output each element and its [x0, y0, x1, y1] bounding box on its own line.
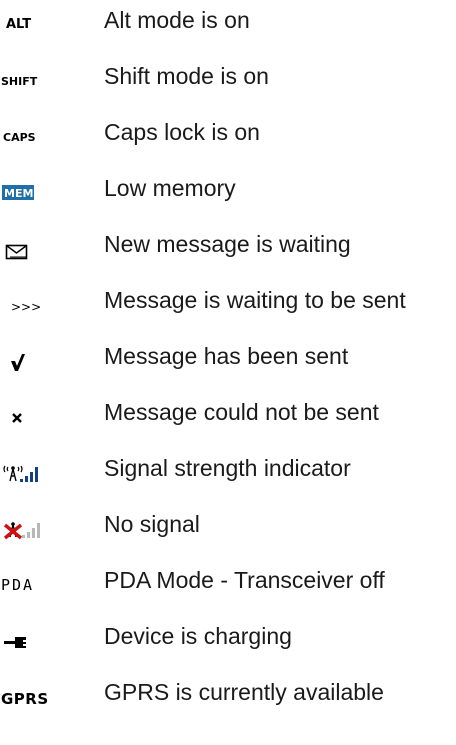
legend-row-charging: Device is charging — [0, 616, 456, 656]
legend-label: No signal — [104, 511, 200, 537]
legend-label: GPRS is currently available — [104, 679, 384, 705]
legend-label: PDA Mode - Transceiver off — [104, 567, 385, 593]
checkmark-icon — [0, 336, 80, 376]
no-signal-icon — [0, 504, 80, 544]
legend-label: New message is waiting — [104, 231, 351, 257]
legend-label: Signal strength indicator — [104, 455, 351, 481]
svg-text:>>>: >>> — [11, 300, 41, 314]
legend-row-signal: Signal strength indicator — [0, 448, 456, 488]
legend-row-caps: CAPS Caps lock is on — [0, 112, 456, 152]
x-mark-icon — [0, 392, 80, 432]
legend-row-gprs: GPRS GPRS is currently available — [0, 672, 456, 712]
status-icon-legend: ALT Alt mode is on SHIFT Shift mode is o… — [0, 0, 456, 745]
gprs-icon: GPRS — [0, 672, 80, 712]
alt-mode-icon: ALT — [0, 0, 80, 40]
legend-row-not-sent: Message could not be sent — [0, 392, 456, 432]
svg-text:PDA: PDA — [1, 576, 34, 594]
signal-strength-icon — [0, 448, 80, 488]
legend-label: Message is waiting to be sent — [104, 287, 406, 313]
legend-row-alt: ALT Alt mode is on — [0, 0, 456, 40]
legend-row-new-message: New message is waiting — [0, 224, 456, 264]
legend-label: Shift mode is on — [104, 63, 269, 89]
shift-mode-icon: SHIFT — [0, 56, 80, 96]
legend-row-waiting-to-send: >>> Message is waiting to be sent — [0, 280, 456, 320]
legend-row-shift: SHIFT Shift mode is on — [0, 56, 456, 96]
svg-text:CAPS: CAPS — [3, 131, 36, 144]
legend-row-no-signal: No signal — [0, 504, 456, 544]
envelope-icon — [0, 224, 80, 264]
legend-label: Caps lock is on — [104, 119, 260, 145]
legend-label: Low memory — [104, 175, 236, 201]
low-memory-icon: MEM — [0, 168, 80, 208]
pda-mode-icon: PDA — [0, 560, 80, 600]
legend-label: Device is charging — [104, 623, 292, 649]
svg-text:ALT: ALT — [6, 17, 31, 32]
legend-row-sent: Message has been sent — [0, 336, 456, 376]
charging-plug-icon — [0, 616, 80, 656]
svg-text:GPRS: GPRS — [1, 690, 49, 708]
legend-label: Alt mode is on — [104, 7, 250, 33]
svg-text:SHIFT: SHIFT — [1, 75, 38, 88]
svg-text:MEM: MEM — [4, 187, 33, 200]
outbox-arrows-icon: >>> — [0, 280, 80, 320]
caps-lock-icon: CAPS — [0, 112, 80, 152]
legend-label: Message could not be sent — [104, 399, 379, 425]
legend-label: Message has been sent — [104, 343, 349, 369]
legend-row-low-memory: MEM Low memory — [0, 168, 456, 208]
legend-row-pda-mode: PDA PDA Mode - Transceiver off — [0, 560, 456, 600]
